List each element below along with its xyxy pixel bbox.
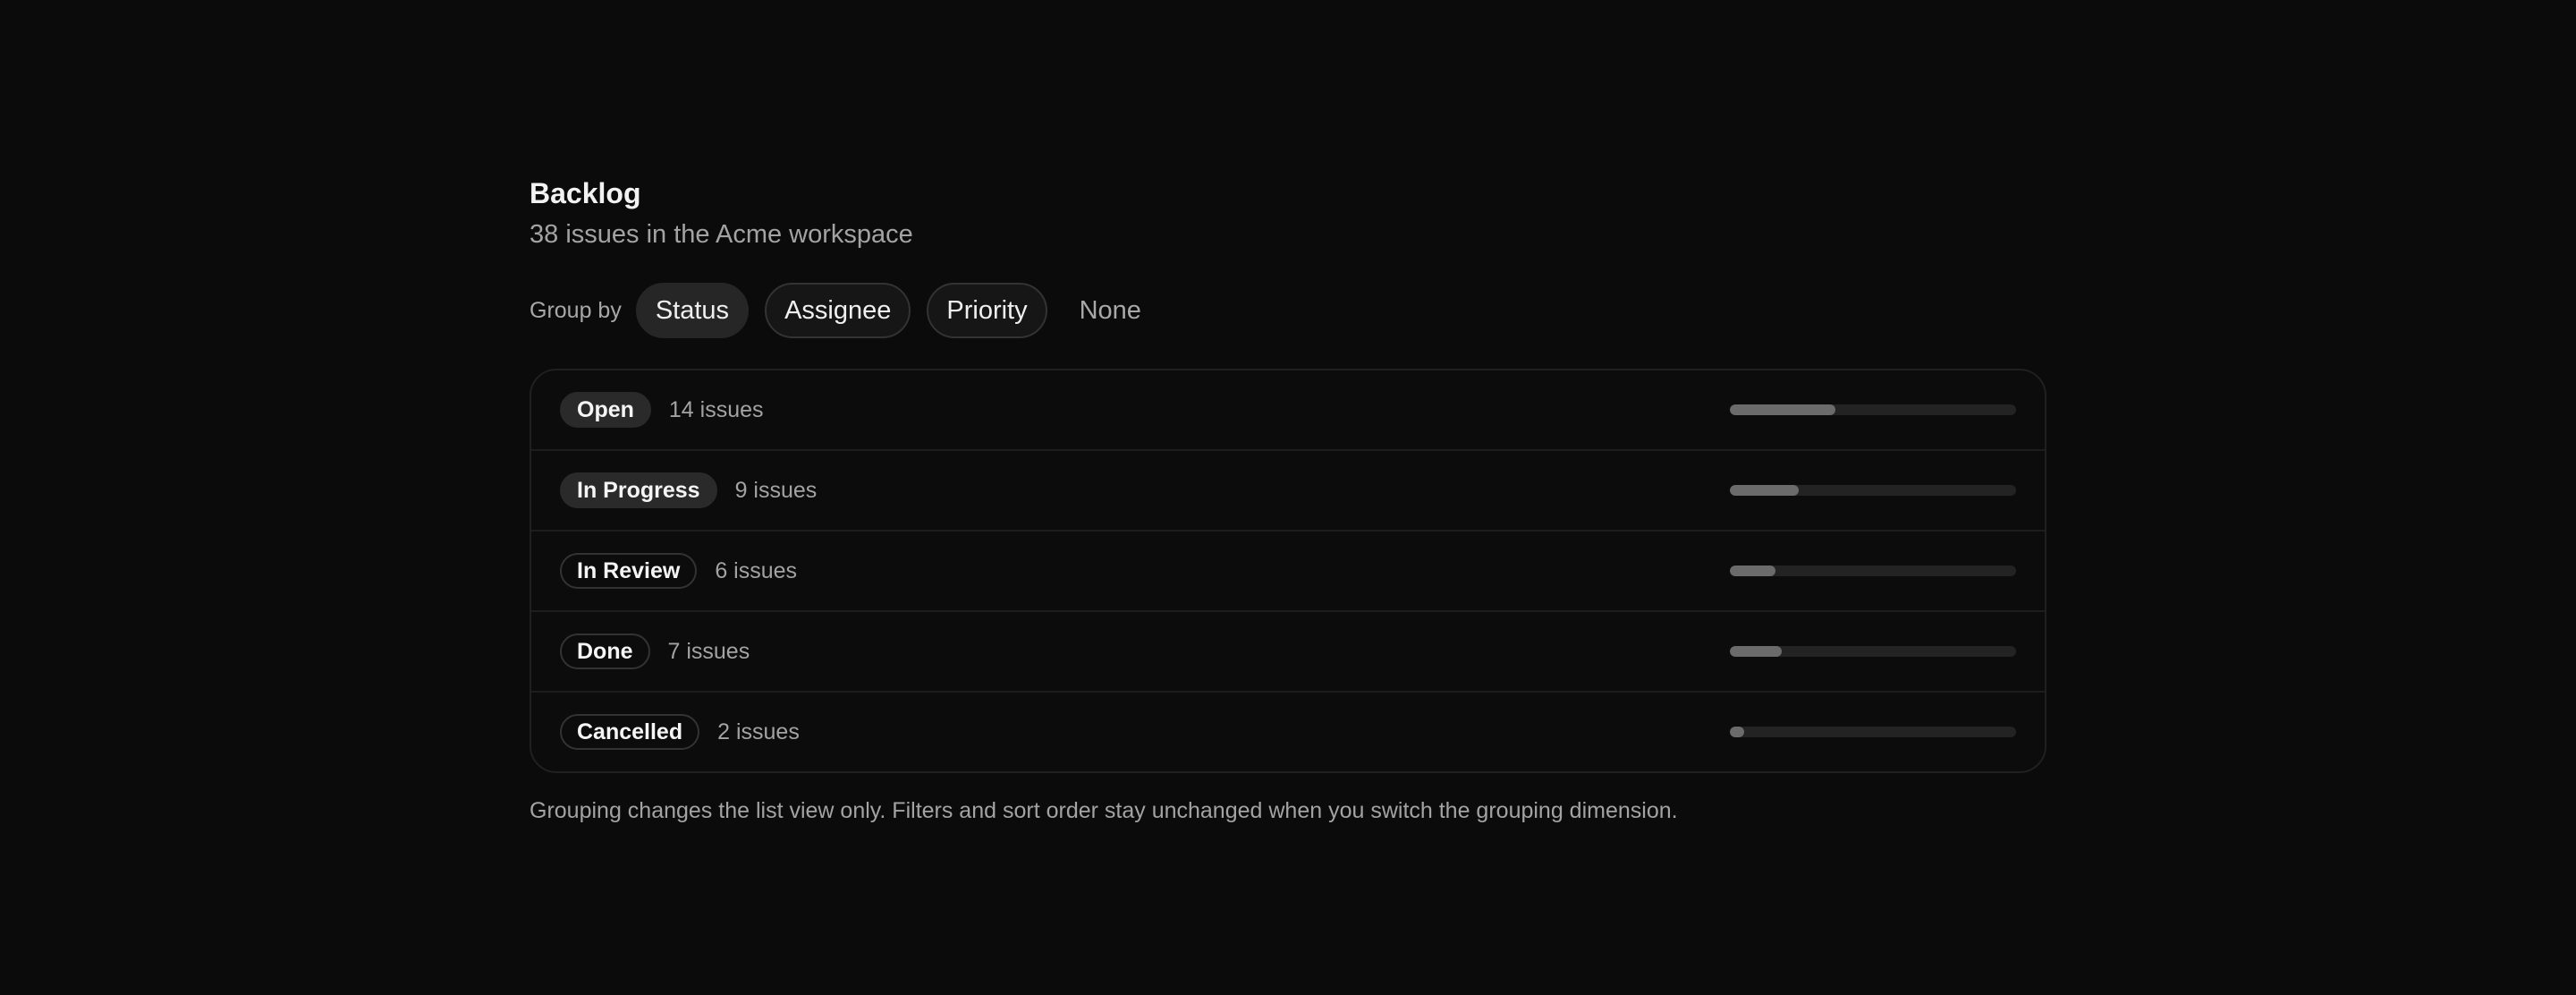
issue-count: 6 issues (715, 557, 798, 583)
status-badge: In Review (560, 553, 698, 589)
progress-bar (1730, 404, 2016, 415)
group-row-in-progress[interactable]: In Progress 9 issues (531, 449, 2045, 530)
group-row-open[interactable]: Open 14 issues (531, 370, 2045, 449)
progress-bar-fill (1730, 566, 1776, 576)
page-title: Backlog (530, 177, 641, 209)
issue-count: 2 issues (717, 719, 800, 744)
progress-bar-fill (1730, 404, 1836, 415)
issue-count: 7 issues (667, 638, 750, 664)
group-by-assignee-button[interactable]: Assignee (765, 283, 911, 338)
page-subtitle: 38 issues in the Acme workspace (530, 220, 913, 249)
progress-bar (1730, 646, 2016, 657)
progress-bar-fill (1730, 727, 1744, 737)
progress-bar-fill (1730, 646, 1782, 657)
status-badge: Cancelled (560, 714, 700, 750)
group-by-none-button[interactable]: None (1063, 283, 1157, 338)
group-row-done[interactable]: Done 7 issues (531, 610, 2045, 691)
status-badge: Open (560, 392, 651, 428)
group-row-cancelled[interactable]: Cancelled 2 issues (531, 691, 2045, 771)
progress-bar (1730, 727, 2016, 737)
progress-bar (1730, 566, 2016, 576)
progress-bar-fill (1730, 485, 1799, 496)
issue-count: 9 issues (734, 477, 818, 503)
issue-count: 14 issues (668, 396, 764, 422)
status-badge: Done (560, 634, 650, 669)
group-by-priority-button[interactable]: Priority (927, 283, 1047, 338)
progress-bar (1730, 485, 2016, 496)
status-group-list: Open 14 issues In Progress 9 issues In R… (530, 369, 2046, 773)
group-by-status-button[interactable]: Status (635, 283, 750, 338)
group-by-label: Group by (530, 297, 622, 323)
group-row-in-review[interactable]: In Review 6 issues (531, 530, 2045, 610)
status-badge: In Progress (560, 472, 717, 508)
group-by-control: Group by Status Assignee Priority None (530, 283, 2046, 338)
grouping-footnote: Grouping changes the list view only. Fil… (530, 798, 1678, 823)
backlog-panel: Backlog 38 issues in the Acme workspace … (530, 175, 2046, 825)
